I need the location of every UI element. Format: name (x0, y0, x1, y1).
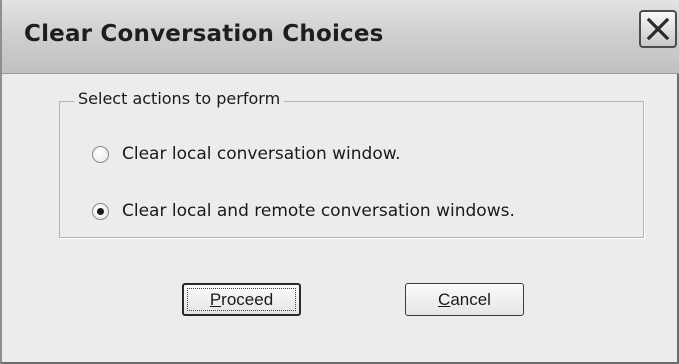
cancel-mnemonic: C (438, 289, 451, 309)
proceed-button[interactable]: Proceed (182, 283, 301, 316)
groupbox-legend: Select actions to perform (74, 89, 285, 108)
option-clear-local-remote[interactable]: Clear local and remote conversation wind… (92, 198, 515, 224)
cancel-label: Cancel (438, 290, 491, 310)
title-bar[interactable]: Clear Conversation Choices (2, 0, 679, 74)
close-button[interactable] (639, 10, 677, 48)
proceed-mnemonic: P (209, 289, 222, 309)
radio-clear-local[interactable] (92, 145, 109, 163)
radio-clear-local-remote[interactable] (92, 202, 109, 220)
cancel-label-rest: ancel (450, 289, 491, 309)
option-clear-local[interactable]: Clear local conversation window. (92, 141, 401, 167)
dialog-window: Clear Conversation Choices Select action… (0, 0, 679, 364)
option-label-clear-local: Clear local conversation window. (122, 144, 401, 164)
dialog-title: Clear Conversation Choices (24, 21, 384, 47)
close-icon (646, 17, 670, 41)
cancel-button[interactable]: Cancel (405, 283, 524, 316)
option-label-clear-local-remote: Clear local and remote conversation wind… (122, 201, 515, 221)
proceed-label-rest: roceed (221, 289, 274, 309)
proceed-label: Proceed (210, 290, 273, 310)
